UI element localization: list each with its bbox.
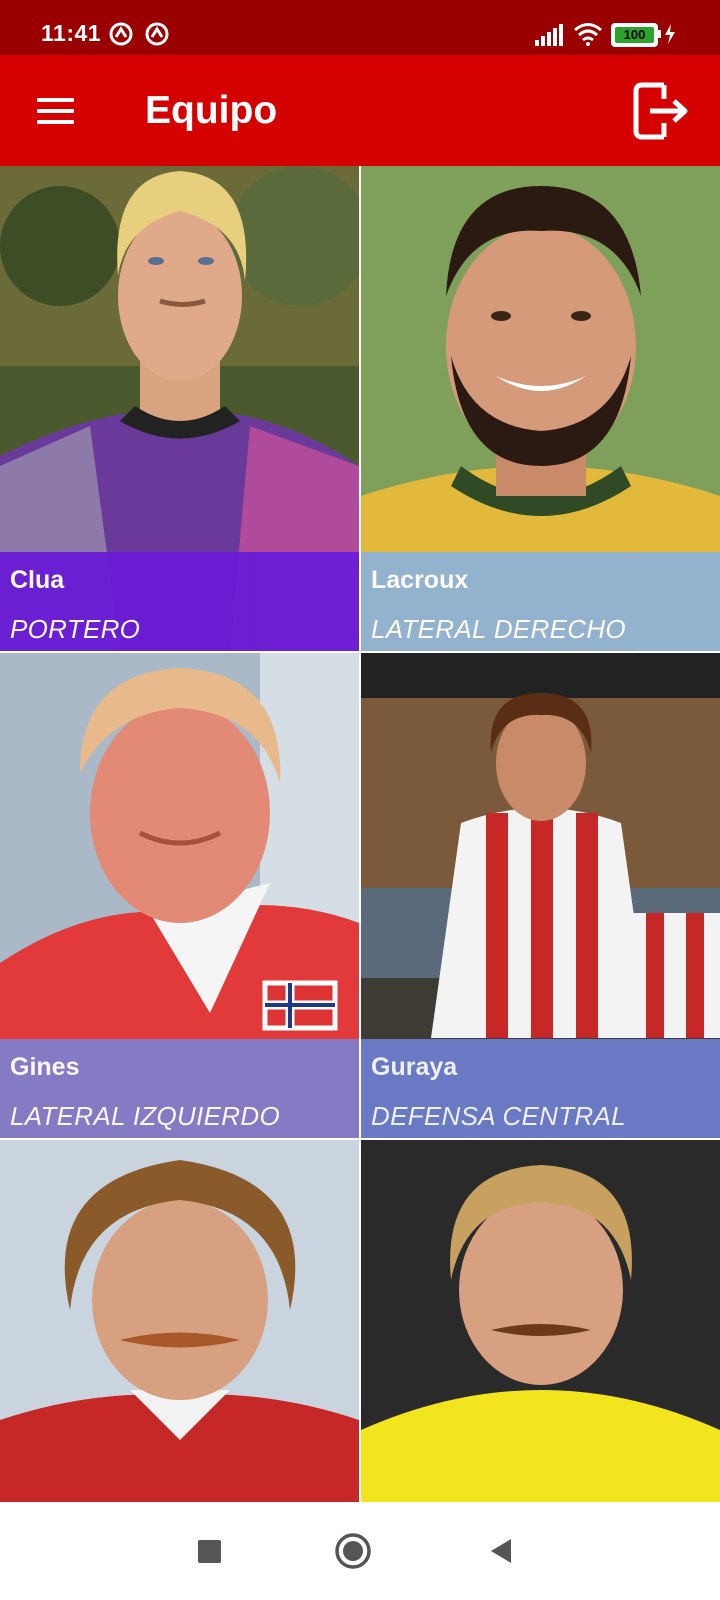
player-caption: Lacroux LATERAL DERECHO	[361, 552, 720, 651]
battery-tip	[657, 30, 661, 38]
player-card-clua[interactable]: Clua PORTERO	[0, 166, 359, 651]
battery-icon: 100	[611, 23, 658, 47]
player-position: LATERAL IZQUIERDO	[10, 1101, 280, 1131]
player-card-guraya[interactable]: Guraya DEFENSA CENTRAL	[361, 653, 720, 1138]
home-circle-icon[interactable]	[334, 1532, 372, 1570]
status-bar: 11:41 100	[0, 0, 720, 55]
back-triangle-icon[interactable]	[489, 1538, 513, 1564]
player-name: Guraya	[371, 1053, 458, 1081]
player-caption: Clua PORTERO	[0, 552, 359, 651]
player-name: Clua	[10, 566, 65, 594]
player-photo	[361, 1140, 720, 1502]
signal-icon	[535, 24, 563, 46]
wifi-icon	[574, 23, 602, 46]
battery-level: 100	[623, 27, 646, 42]
page-title: Equipo	[145, 89, 278, 132]
player-card-6[interactable]	[361, 1140, 720, 1502]
player-position: DEFENSA CENTRAL	[371, 1101, 626, 1131]
player-name: Gines	[10, 1053, 80, 1081]
app-bar: Equipo	[0, 55, 720, 166]
navigation-bar	[0, 1502, 720, 1600]
notification-icon	[109, 22, 133, 46]
recents-square-icon[interactable]	[198, 1540, 221, 1563]
player-photo	[0, 1140, 359, 1502]
exit-icon[interactable]	[632, 81, 692, 141]
player-card-lacroux[interactable]: Lacroux LATERAL DERECHO	[361, 166, 720, 651]
status-time: 11:41	[41, 20, 102, 46]
player-card-5[interactable]	[0, 1140, 359, 1502]
player-position: LATERAL DERECHO	[371, 614, 626, 644]
player-name: Lacroux	[371, 566, 469, 594]
player-grid: Clua PORTERO Lacroux LATERAL DERECHO Gin…	[0, 166, 720, 1502]
player-caption: Guraya DEFENSA CENTRAL	[361, 1039, 720, 1138]
charging-icon	[665, 24, 675, 44]
notification-icon	[145, 22, 169, 46]
hamburger-menu-icon[interactable]	[28, 83, 84, 139]
player-card-gines[interactable]: Gines LATERAL IZQUIERDO	[0, 653, 359, 1138]
player-caption: Gines LATERAL IZQUIERDO	[0, 1039, 359, 1138]
player-position: PORTERO	[10, 614, 141, 644]
